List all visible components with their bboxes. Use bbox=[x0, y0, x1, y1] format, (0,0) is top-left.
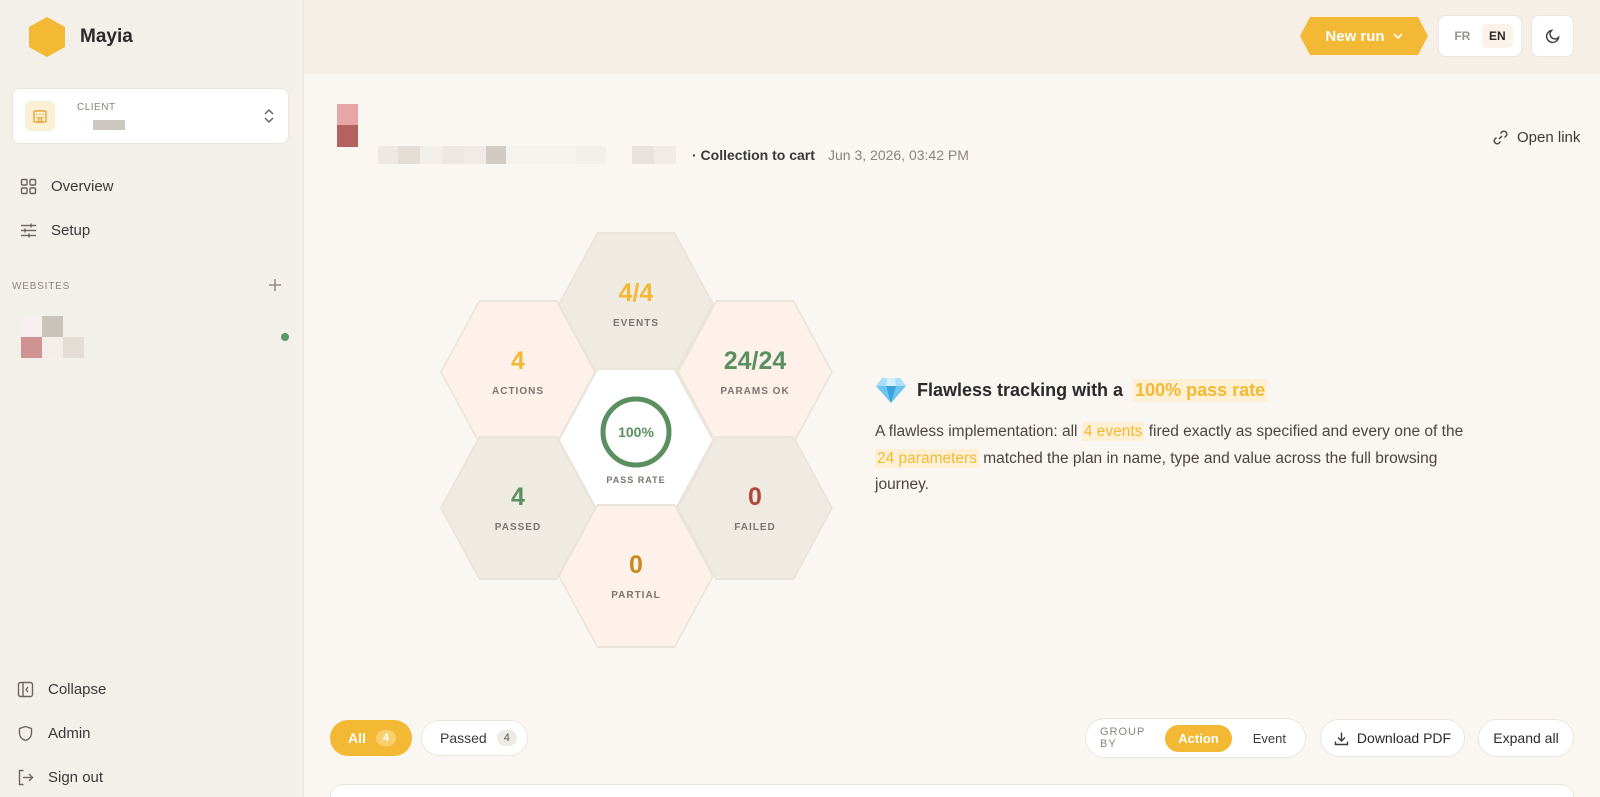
sidebar-item-label: Overview bbox=[51, 178, 114, 195]
new-run-label: New run bbox=[1325, 27, 1385, 45]
params-ok-label: PARAMS OK bbox=[720, 386, 790, 397]
passed-label: PASSED bbox=[494, 522, 542, 533]
summary-text: fired exactly as specified and every one… bbox=[1148, 423, 1464, 440]
sidebar-item-label: Setup bbox=[51, 222, 91, 239]
run-site-thumbnail bbox=[337, 104, 358, 147]
link-icon bbox=[1493, 130, 1508, 145]
download-pdf-button[interactable]: Download PDF bbox=[1320, 719, 1465, 757]
grid-icon bbox=[20, 178, 37, 195]
summary-title: Flawless tracking with a 100% pass rate bbox=[875, 376, 1268, 404]
admin-link[interactable]: Admin bbox=[17, 725, 91, 742]
shield-icon bbox=[18, 725, 33, 742]
website-favicon[interactable] bbox=[21, 316, 84, 358]
group-by-action[interactable]: Action bbox=[1165, 724, 1232, 752]
new-run-button[interactable]: New run bbox=[1300, 17, 1428, 55]
sign-out-button[interactable]: Sign out bbox=[17, 769, 103, 786]
client-label: CLIENT bbox=[77, 102, 116, 113]
open-link-button[interactable]: Open link bbox=[1492, 129, 1580, 146]
actions-value: 4 bbox=[511, 347, 525, 375]
filter-passed-count: 4 bbox=[496, 730, 517, 746]
moon-icon bbox=[1545, 29, 1560, 44]
plus-icon bbox=[269, 279, 281, 291]
sidebar: Mayia CLIENT Overview Setup WEBSITES Col… bbox=[0, 0, 304, 797]
actions-label: ACTIONS bbox=[492, 386, 544, 397]
sliders-icon bbox=[21, 223, 36, 238]
partial-label: PARTIAL bbox=[611, 590, 661, 601]
filter-passed-label: Passed bbox=[440, 730, 487, 746]
website-status-dot bbox=[281, 333, 289, 341]
download-pdf-label: Download PDF bbox=[1356, 730, 1452, 746]
sidebar-item-overview[interactable]: Overview bbox=[20, 178, 114, 195]
sign-out-icon bbox=[18, 769, 34, 786]
open-link-label: Open link bbox=[1517, 129, 1581, 146]
theme-toggle-button[interactable] bbox=[1531, 15, 1574, 57]
summary-highlight-events: 4 events bbox=[1081, 422, 1145, 441]
summary-text: A flawless implementation: all bbox=[875, 423, 1078, 440]
run-name: · Collection to cart bbox=[692, 147, 815, 163]
download-icon bbox=[1334, 732, 1349, 745]
failed-value: 0 bbox=[748, 483, 762, 511]
filter-passed-tab[interactable]: Passed 4 bbox=[421, 720, 528, 756]
client-selector[interactable]: CLIENT bbox=[12, 88, 289, 144]
sign-out-label: Sign out bbox=[48, 769, 104, 786]
brand[interactable]: Mayia bbox=[28, 16, 133, 58]
group-by-label: GROUP BY bbox=[1100, 726, 1146, 750]
chevron-up-down-icon bbox=[264, 108, 274, 124]
group-by-event[interactable]: Event bbox=[1240, 725, 1299, 752]
lang-en-button[interactable]: EN bbox=[1481, 24, 1513, 48]
params-ok-value: 24/24 bbox=[723, 347, 787, 375]
summary-title-highlight: 100% pass rate bbox=[1133, 378, 1268, 402]
pass-rate-label: PASS RATE bbox=[606, 475, 666, 485]
diamond-icon bbox=[876, 378, 906, 403]
summary-body: A flawless implementation: all 4 events … bbox=[875, 419, 1475, 499]
filter-all-tab[interactable]: All 4 bbox=[330, 720, 412, 756]
events-value: 4/4 bbox=[618, 279, 654, 307]
chevron-down-icon bbox=[1393, 33, 1403, 40]
run-date: Jun 3, 2026, 03:42 PM bbox=[828, 147, 969, 163]
pass-rate-ring: 100% bbox=[599, 395, 673, 469]
results-panel bbox=[330, 784, 1574, 797]
websites-section-label: WEBSITES bbox=[12, 281, 71, 292]
building-icon bbox=[25, 101, 55, 131]
language-switch: FR EN bbox=[1438, 15, 1522, 57]
collapse-button[interactable]: Collapse bbox=[17, 681, 106, 698]
sidebar-collapse-icon bbox=[17, 681, 34, 698]
filter-all-label: All bbox=[348, 730, 366, 746]
failed-label: FAILED bbox=[734, 522, 776, 533]
summary-highlight-params: 24 parameters bbox=[875, 448, 979, 468]
client-value-redacted bbox=[93, 120, 125, 130]
logo-hexagon-icon bbox=[29, 17, 65, 57]
summary-title-text: Flawless tracking with a bbox=[917, 379, 1124, 400]
lang-fr-button[interactable]: FR bbox=[1447, 24, 1477, 48]
filter-all-count: 4 bbox=[375, 730, 397, 746]
partial-value: 0 bbox=[629, 551, 643, 579]
add-website-button[interactable] bbox=[268, 276, 282, 297]
events-label: EVENTS bbox=[612, 318, 659, 329]
passed-value: 4 bbox=[511, 483, 525, 511]
pass-rate-value: 100% bbox=[618, 424, 654, 440]
run-url-redacted bbox=[378, 146, 676, 164]
expand-all-button[interactable]: Expand all bbox=[1478, 719, 1574, 757]
sidebar-item-setup[interactable]: Setup bbox=[20, 222, 90, 239]
app-name: Mayia bbox=[80, 26, 133, 47]
collapse-label: Collapse bbox=[48, 681, 107, 698]
admin-label: Admin bbox=[48, 725, 91, 742]
group-by-control: GROUP BY Action Event bbox=[1085, 718, 1306, 758]
expand-all-label: Expand all bbox=[1493, 730, 1559, 746]
